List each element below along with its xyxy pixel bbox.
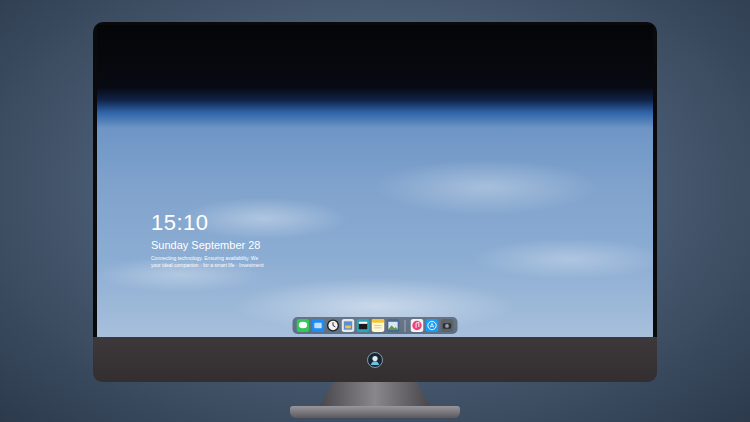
monitor-bezel: 15:10 Sunday September 28 Connecting tec… — [93, 22, 657, 337]
caption-line: Connecting technology. Ensuring availabi… — [151, 255, 264, 262]
monitor: 15:10 Sunday September 28 Connecting tec… — [93, 22, 657, 382]
folder-icon[interactable] — [312, 319, 325, 332]
monitor-stand-base — [290, 406, 460, 418]
clock-time: 15:10 — [151, 211, 264, 235]
video-icon[interactable] — [357, 319, 370, 332]
clock-icon[interactable] — [327, 319, 340, 332]
messages-icon[interactable] — [297, 319, 310, 332]
clock-caption: Connecting technology. Ensuring availabi… — [151, 255, 264, 269]
photos-icon[interactable] — [387, 319, 400, 332]
dock-separator — [405, 320, 406, 332]
wallpaper: 15:10 Sunday September 28 Connecting tec… — [97, 25, 653, 337]
monitor-chin — [93, 337, 657, 382]
camera-icon[interactable] — [441, 319, 454, 332]
clock-date: Sunday September 28 — [151, 238, 264, 252]
notes-icon[interactable] — [372, 319, 385, 332]
app-store-icon[interactable] — [426, 319, 439, 332]
dock — [293, 317, 458, 334]
desktop-stage: 15:10 Sunday September 28 Connecting tec… — [0, 0, 750, 422]
preview-icon[interactable] — [342, 319, 355, 332]
caption-line: your ideal companion · for a smart life … — [151, 262, 264, 269]
music-icon[interactable] — [411, 319, 424, 332]
monitor-stand-neck — [320, 382, 430, 406]
brand-logo-icon — [367, 352, 383, 368]
lock-clock: 15:10 Sunday September 28 Connecting tec… — [151, 211, 264, 269]
